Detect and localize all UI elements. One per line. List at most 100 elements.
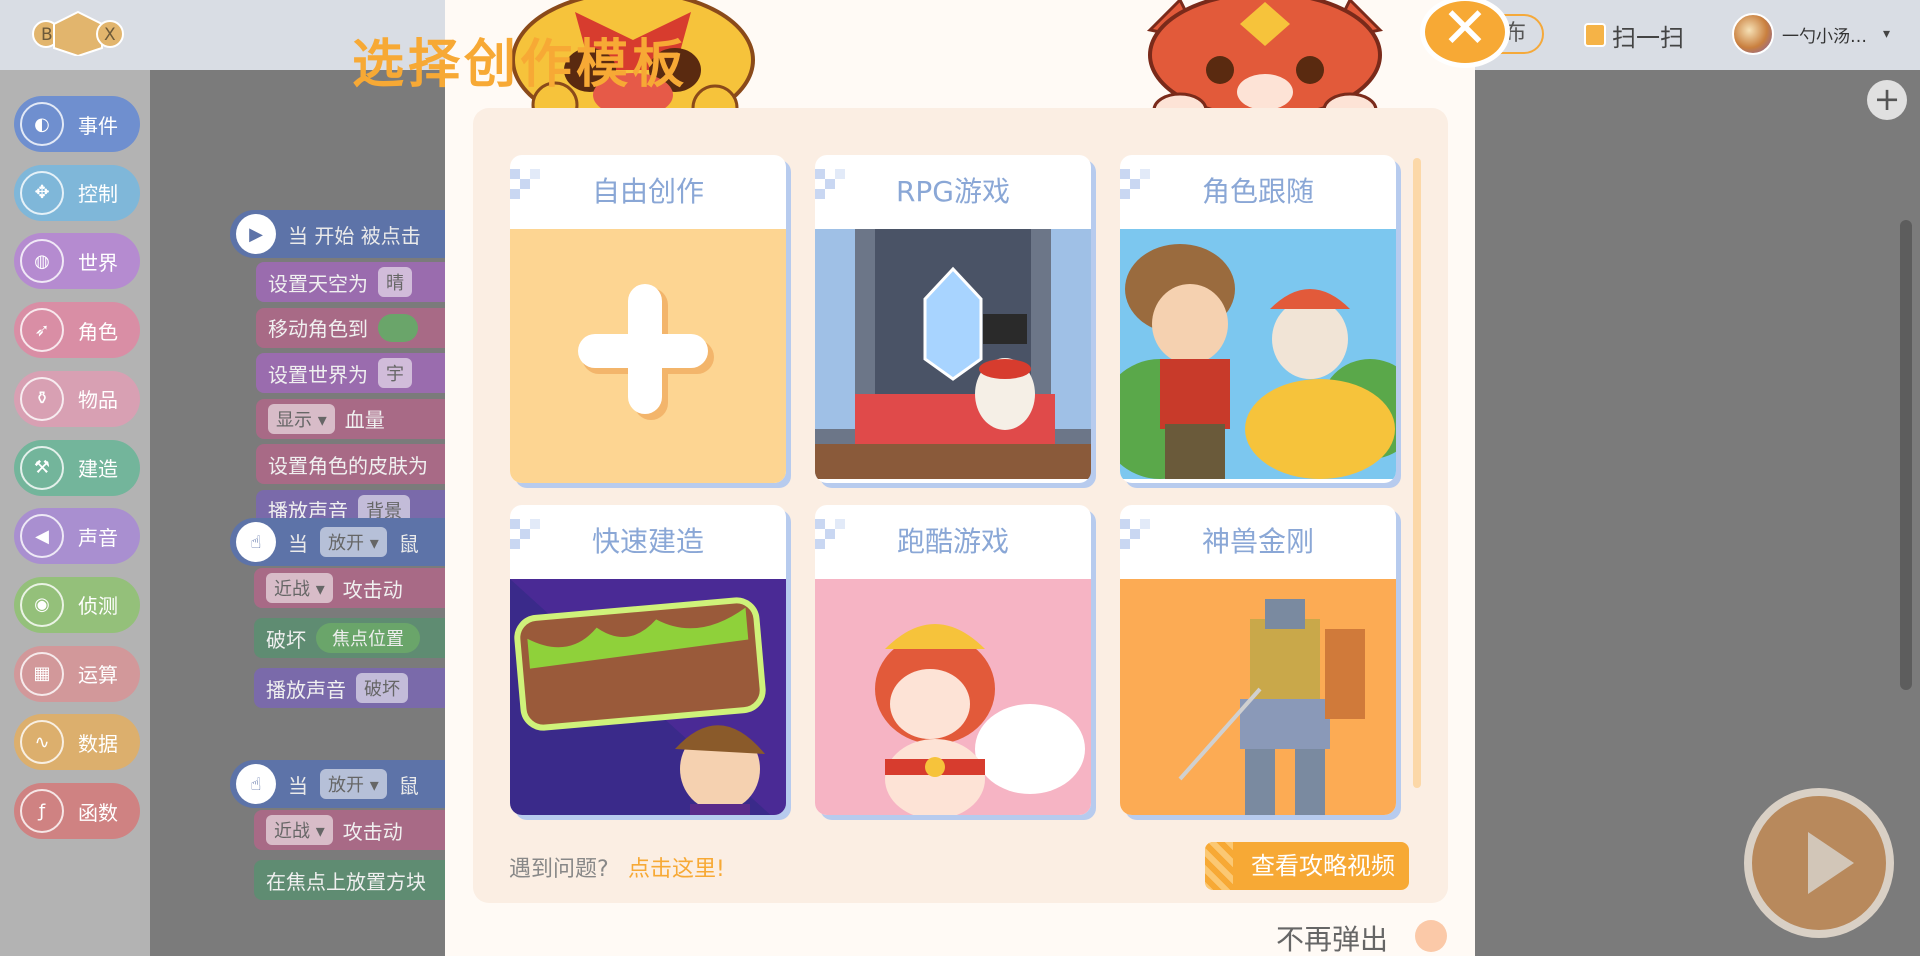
hat-label: 当 — [288, 773, 308, 798]
template-title: 跑酷游戏 — [896, 525, 1009, 558]
template-card-header: 快速建造 — [510, 505, 786, 579]
sidebar-item-label: 声音 — [78, 525, 118, 550]
checker-decoration-icon — [815, 169, 845, 199]
template-thumbnail — [1120, 579, 1396, 815]
block-label: 攻击动 — [342, 577, 403, 602]
block-label: 攻击动 — [342, 819, 403, 844]
event-dropdown[interactable]: 放开 ▾ — [320, 769, 387, 799]
template-card-follow[interactable]: 角色跟随 — [1120, 155, 1396, 483]
dialog-title: 选择创作模板 — [351, 35, 688, 95]
block-input[interactable]: 宇 — [378, 358, 412, 388]
reporter-slot[interactable] — [378, 313, 418, 342]
run-button[interactable] — [1744, 788, 1894, 938]
checker-decoration-icon — [815, 519, 845, 549]
mecha-illustration — [1120, 579, 1396, 815]
add-sprite-button[interactable]: + — [1867, 80, 1907, 120]
sidebar-item-label: 运算 — [78, 663, 118, 688]
checker-decoration-icon — [510, 519, 540, 549]
sidebar-item-label: 世界 — [78, 250, 118, 275]
template-thumbnail — [510, 229, 786, 483]
sidebar-item-label: 数据 — [78, 731, 118, 756]
dont-show-again-toggle[interactable] — [1415, 920, 1447, 952]
play-icon: ▶ — [236, 214, 276, 254]
sidebar-item-data[interactable]: ∿ 数据 — [14, 714, 140, 771]
parkour-illustration — [815, 579, 1091, 815]
sidebar-item-sound[interactable]: ◀ 声音 — [14, 508, 140, 565]
hat-label: 当 开始 被点击 — [288, 223, 421, 248]
template-card-build[interactable]: 快速建造 — [510, 505, 786, 815]
template-thumbnail — [510, 579, 786, 815]
sidebar-item-events[interactable]: ◐ 事件 — [14, 96, 140, 152]
block-label: 破坏 — [266, 627, 306, 652]
template-card-mecha[interactable]: 神兽金刚 — [1120, 505, 1396, 815]
scan-label: 扫一扫 — [1612, 23, 1684, 52]
scan-icon — [1584, 23, 1606, 47]
chart-icon: ∿ — [20, 720, 64, 765]
template-card-header: 神兽金刚 — [1120, 505, 1396, 579]
follow-illustration — [1120, 229, 1396, 479]
template-card-free[interactable]: 自由创作 — [510, 155, 786, 483]
svg-text:X: X — [104, 25, 116, 45]
template-card-parkour[interactable]: 跑酷游戏 — [815, 505, 1091, 815]
block-label: 在焦点上放置方块 — [266, 869, 426, 894]
hat-label: 当 — [288, 531, 308, 556]
rpg-illustration — [815, 229, 1091, 479]
pointer-icon: ☝ — [236, 522, 276, 562]
avatar — [1732, 13, 1774, 55]
workspace-scrollbar[interactable] — [1900, 220, 1912, 690]
toggle-icon: ◐ — [20, 102, 64, 146]
template-title: 角色跟随 — [1201, 175, 1314, 208]
template-title: 快速建造 — [591, 525, 704, 558]
sidebar-item-sensing[interactable]: ◉ 侦测 — [14, 576, 140, 633]
template-scrollbar[interactable] — [1413, 158, 1421, 788]
sidebar-item-world[interactable]: ◍ 世界 — [14, 233, 140, 290]
speaker-icon: ◀ — [20, 514, 64, 559]
dropdown-pill[interactable]: 显示 ▾ — [268, 403, 335, 434]
sidebar-item-character[interactable]: ➶ 角色 — [14, 302, 140, 359]
sidebar-item-items[interactable]: ⚱ 物品 — [14, 370, 140, 427]
radar-icon: ◉ — [20, 582, 64, 627]
sidebar-item-label: 物品 — [78, 388, 118, 413]
block-label: 血量 — [344, 408, 385, 432]
block-input[interactable]: 破坏 — [356, 673, 408, 703]
guide-video-button[interactable]: 查看攻略视频 — [1205, 842, 1409, 890]
chevron-down-icon: ▾ — [1883, 26, 1891, 42]
sidebar-item-label: 控制 — [78, 182, 118, 207]
template-card-header: 跑酷游戏 — [815, 505, 1091, 579]
block-label: 设置角色的皮肤为 — [268, 453, 428, 478]
block-category-sidebar: ◐ 事件 ✥ 控制 ◍ 世界 ➶ 角色 ⚱ 物品 ⚒ 建造 ◀ 声音 ◉ 侦测 ▦ 运算 ∿ 数据 ƒ 函数 — [0, 70, 150, 956]
template-card-header: 角色跟随 — [1120, 155, 1396, 229]
hat-tail: 鼠 — [398, 531, 419, 556]
sidebar-item-build[interactable]: ⚒ 建造 — [14, 439, 140, 496]
user-menu[interactable]: 一勺小汤… ▾ — [1732, 12, 1890, 56]
template-title: RPG游戏 — [895, 175, 1011, 208]
plus-icon — [578, 284, 714, 420]
pointer-icon: ☝ — [236, 764, 276, 804]
sidebar-item-label: 角色 — [78, 319, 118, 344]
checker-decoration-icon — [1120, 169, 1150, 199]
dropdown-pill[interactable]: 近战 ▾ — [266, 573, 333, 603]
function-icon: ƒ — [20, 789, 64, 833]
template-title: 自由创作 — [591, 175, 704, 208]
sidebar-item-label: 建造 — [78, 457, 118, 481]
sidebar-item-control[interactable]: ✥ 控制 — [14, 164, 140, 221]
template-card-rpg[interactable]: RPG游戏 — [815, 155, 1091, 483]
sidebar-item-functions[interactable]: ƒ 函数 — [14, 783, 140, 839]
app-logo[interactable]: B X — [32, 10, 124, 56]
template-title: 神兽金刚 — [1201, 525, 1314, 558]
scan-button[interactable]: 扫一扫 — [1584, 18, 1684, 52]
reporter-slot[interactable]: 焦点位置 — [316, 623, 420, 653]
event-dropdown[interactable]: 放开 ▾ — [320, 527, 387, 557]
block-label: 播放声音 — [266, 677, 346, 702]
dropdown-pill[interactable]: 近战 ▾ — [266, 815, 333, 845]
sidebar-item-operators[interactable]: ▦ 运算 — [14, 645, 140, 702]
build-illustration — [510, 579, 786, 815]
block-input[interactable]: 晴 — [378, 267, 412, 297]
template-thumbnail — [815, 229, 1091, 483]
sidebar-item-label: 侦测 — [78, 594, 118, 619]
block-label: 设置天空为 — [268, 271, 368, 296]
help-link[interactable]: 点击这里! — [628, 851, 725, 883]
template-thumbnail — [1120, 229, 1396, 483]
checker-decoration-icon — [510, 169, 540, 199]
sidebar-item-label: 函数 — [78, 800, 118, 825]
